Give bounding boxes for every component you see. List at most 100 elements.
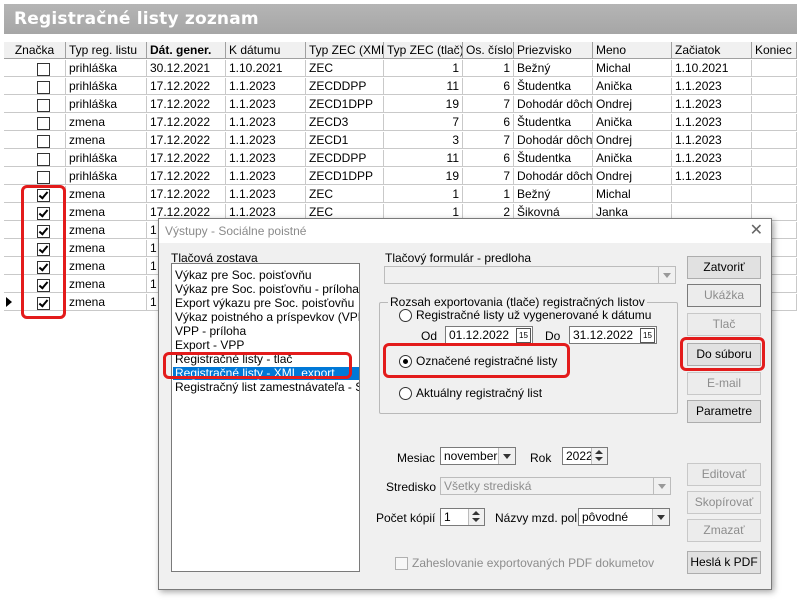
table-cell-znacka[interactable] [4,60,66,77]
table-cell-kdat[interactable]: 1.10.2021 [226,60,306,77]
table-cell-dat[interactable]: 17.12.2022 [147,186,226,203]
table-cell-xml[interactable]: ZECDDPP [306,150,384,167]
spinner-icon[interactable] [591,448,607,464]
table-cell-priez[interactable]: Študentka [514,114,593,131]
table-cell-typ[interactable]: zmena [66,258,147,275]
table-cell-znacka[interactable] [4,132,66,149]
table-cell-meno[interactable]: Michal [593,60,672,77]
table-row[interactable]: prihláška 17.12.2022 1.1.2023 ZECDDPP 11 6 Štu… [4,150,797,168]
report-list-item[interactable]: VPP - príloha [173,325,359,338]
unchecked-checkbox[interactable] [37,171,50,184]
table-cell-priez[interactable]: Bežný [514,60,593,77]
table-cell-typ[interactable]: prihláška [66,78,147,95]
close-icon[interactable]: ✕ [750,220,763,240]
kopii-spinner[interactable]: 1 [440,508,485,526]
table-cell-meno[interactable]: Ondrej [593,168,672,185]
table-cell-typ[interactable]: prihláška [66,60,147,77]
copy-button[interactable]: Skopírovať [687,491,761,514]
unchecked-checkbox[interactable] [37,153,50,166]
table-cell-zac[interactable]: 1.1.2023 [672,78,752,95]
table-cell-tlac[interactable]: 1 [384,60,463,77]
table-cell-zac[interactable]: 1.1.2023 [672,96,752,113]
rok-spinner[interactable]: 2022 [562,447,608,465]
table-cell-zac[interactable]: 1.1.2023 [672,168,752,185]
col-header-k-datumu[interactable]: K dátumu [226,42,306,59]
pdf-password-checkbox[interactable] [395,557,408,570]
table-cell-zac[interactable] [672,186,752,203]
report-list[interactable]: Výkaz pre Soc. poisťovňu Výkaz pre Soc. p… [171,263,360,572]
table-cell-typ[interactable]: zmena [66,294,147,311]
edit-button[interactable]: Editovať [687,463,761,486]
table-cell-kdat[interactable]: 1.1.2023 [226,150,306,167]
radio-generated[interactable] [399,309,412,322]
table-cell-os[interactable]: 7 [463,96,514,113]
table-cell-typ[interactable]: prihláška [66,168,147,185]
table-cell-znacka[interactable] [4,168,66,185]
nazvy-select[interactable]: pôvodné [578,508,670,526]
table-cell-xml[interactable]: ZECD1 [306,132,384,149]
table-cell-priez[interactable]: Študentka [514,78,593,95]
chevron-down-icon[interactable] [652,509,669,525]
table-cell-typ[interactable]: zmena [66,222,147,239]
table-cell-xml[interactable]: ZEC [306,60,384,77]
table-row[interactable]: prihláška 17.12.2022 1.1.2023 ZECDDPP 11 6 Štu… [4,78,797,96]
table-cell-priez[interactable]: Dohodár dôcho [514,132,593,149]
delete-button[interactable]: Zmazať [687,519,761,542]
report-list-item[interactable]: Výkaz pre Soc. poisťovňu - príloha [173,283,359,296]
table-cell-tlac[interactable]: 19 [384,96,463,113]
unchecked-checkbox[interactable] [37,99,50,112]
table-cell-typ[interactable]: zmena [66,204,147,221]
table-cell-xml[interactable]: ZECD1DPP [306,96,384,113]
report-list-item[interactable]: Registračný list zamestnávateľa - SP [173,381,359,394]
table-row[interactable]: prihláška 17.12.2022 1.1.2023 ZECD1DPP 19 7 Do… [4,168,797,186]
do-date-field[interactable]: 31.12.2022 15 [569,326,657,344]
table-row[interactable]: prihláška 17.12.2022 1.1.2023 ZECD1DPP 19 7 Do… [4,96,797,114]
table-cell-zac[interactable]: 1.1.2023 [672,132,752,149]
unchecked-checkbox[interactable] [37,135,50,148]
table-cell-meno[interactable]: Anička [593,114,672,131]
table-cell-xml[interactable]: ZECDDPP [306,78,384,95]
radio-generated-label[interactable]: Registračné listy už vygenerované k dátu… [416,308,651,322]
table-cell-znacka[interactable] [4,78,66,95]
table-cell-tlac[interactable]: 11 [384,150,463,167]
col-header-zaciatok[interactable]: Začiatok [672,42,752,59]
close-button[interactable]: Zatvoriť [687,256,761,279]
table-cell-zac[interactable]: 1.10.2021 [672,60,752,77]
table-cell-znacka[interactable] [4,150,66,167]
table-cell-kdat[interactable]: 1.1.2023 [226,96,306,113]
col-header-typ-zec-xml[interactable]: Typ ZEC (XML) [306,42,384,59]
table-cell-typ[interactable]: zmena [66,240,147,257]
table-row[interactable]: zmena 17.12.2022 1.1.2023 ZEC 1 1 Bežný Michal [4,186,797,204]
pdf-passwords-button[interactable]: Heslá k PDF [687,551,761,574]
table-cell-os[interactable]: 7 [463,168,514,185]
table-cell-kdat[interactable]: 1.1.2023 [226,132,306,149]
table-cell-typ[interactable]: prihláška [66,96,147,113]
col-header-znacka[interactable]: Značka [4,42,66,59]
table-cell-kdat[interactable]: 1.1.2023 [226,78,306,95]
table-cell-dat[interactable]: 17.12.2022 [147,114,226,131]
report-list-item[interactable]: Výkaz poistného a príspevkov (VPP) [173,311,359,324]
table-cell-koniec[interactable] [752,132,797,149]
calendar-icon[interactable]: 15 [516,328,531,343]
table-cell-typ[interactable]: prihláška [66,150,147,167]
preview-button[interactable]: Ukážka [687,284,761,307]
table-cell-dat[interactable]: 17.12.2022 [147,150,226,167]
table-cell-os[interactable]: 6 [463,150,514,167]
table-cell-znacka[interactable] [4,114,66,131]
col-header-meno[interactable]: Meno [593,42,672,59]
table-cell-priez[interactable]: Dohodár dôcho [514,168,593,185]
table-cell-znacka[interactable] [4,96,66,113]
table-cell-zac[interactable]: 1.1.2023 [672,150,752,167]
mesiac-select[interactable]: november [440,447,516,465]
table-cell-os[interactable]: 6 [463,114,514,131]
table-cell-meno[interactable]: Ondrej [593,132,672,149]
table-row[interactable]: zmena 17.12.2022 1.1.2023 ZECD1 3 7 Dohodár dô… [4,132,797,150]
table-cell-meno[interactable]: Anička [593,150,672,167]
table-cell-meno[interactable]: Ondrej [593,96,672,113]
radio-current[interactable] [399,387,412,400]
calendar-icon[interactable]: 15 [640,328,655,343]
od-date-field[interactable]: 01.12.2022 15 [445,326,533,344]
table-cell-meno[interactable]: Michal [593,186,672,203]
spinner-icon[interactable] [468,509,484,525]
report-list-item[interactable]: Export - VPP [173,339,359,352]
